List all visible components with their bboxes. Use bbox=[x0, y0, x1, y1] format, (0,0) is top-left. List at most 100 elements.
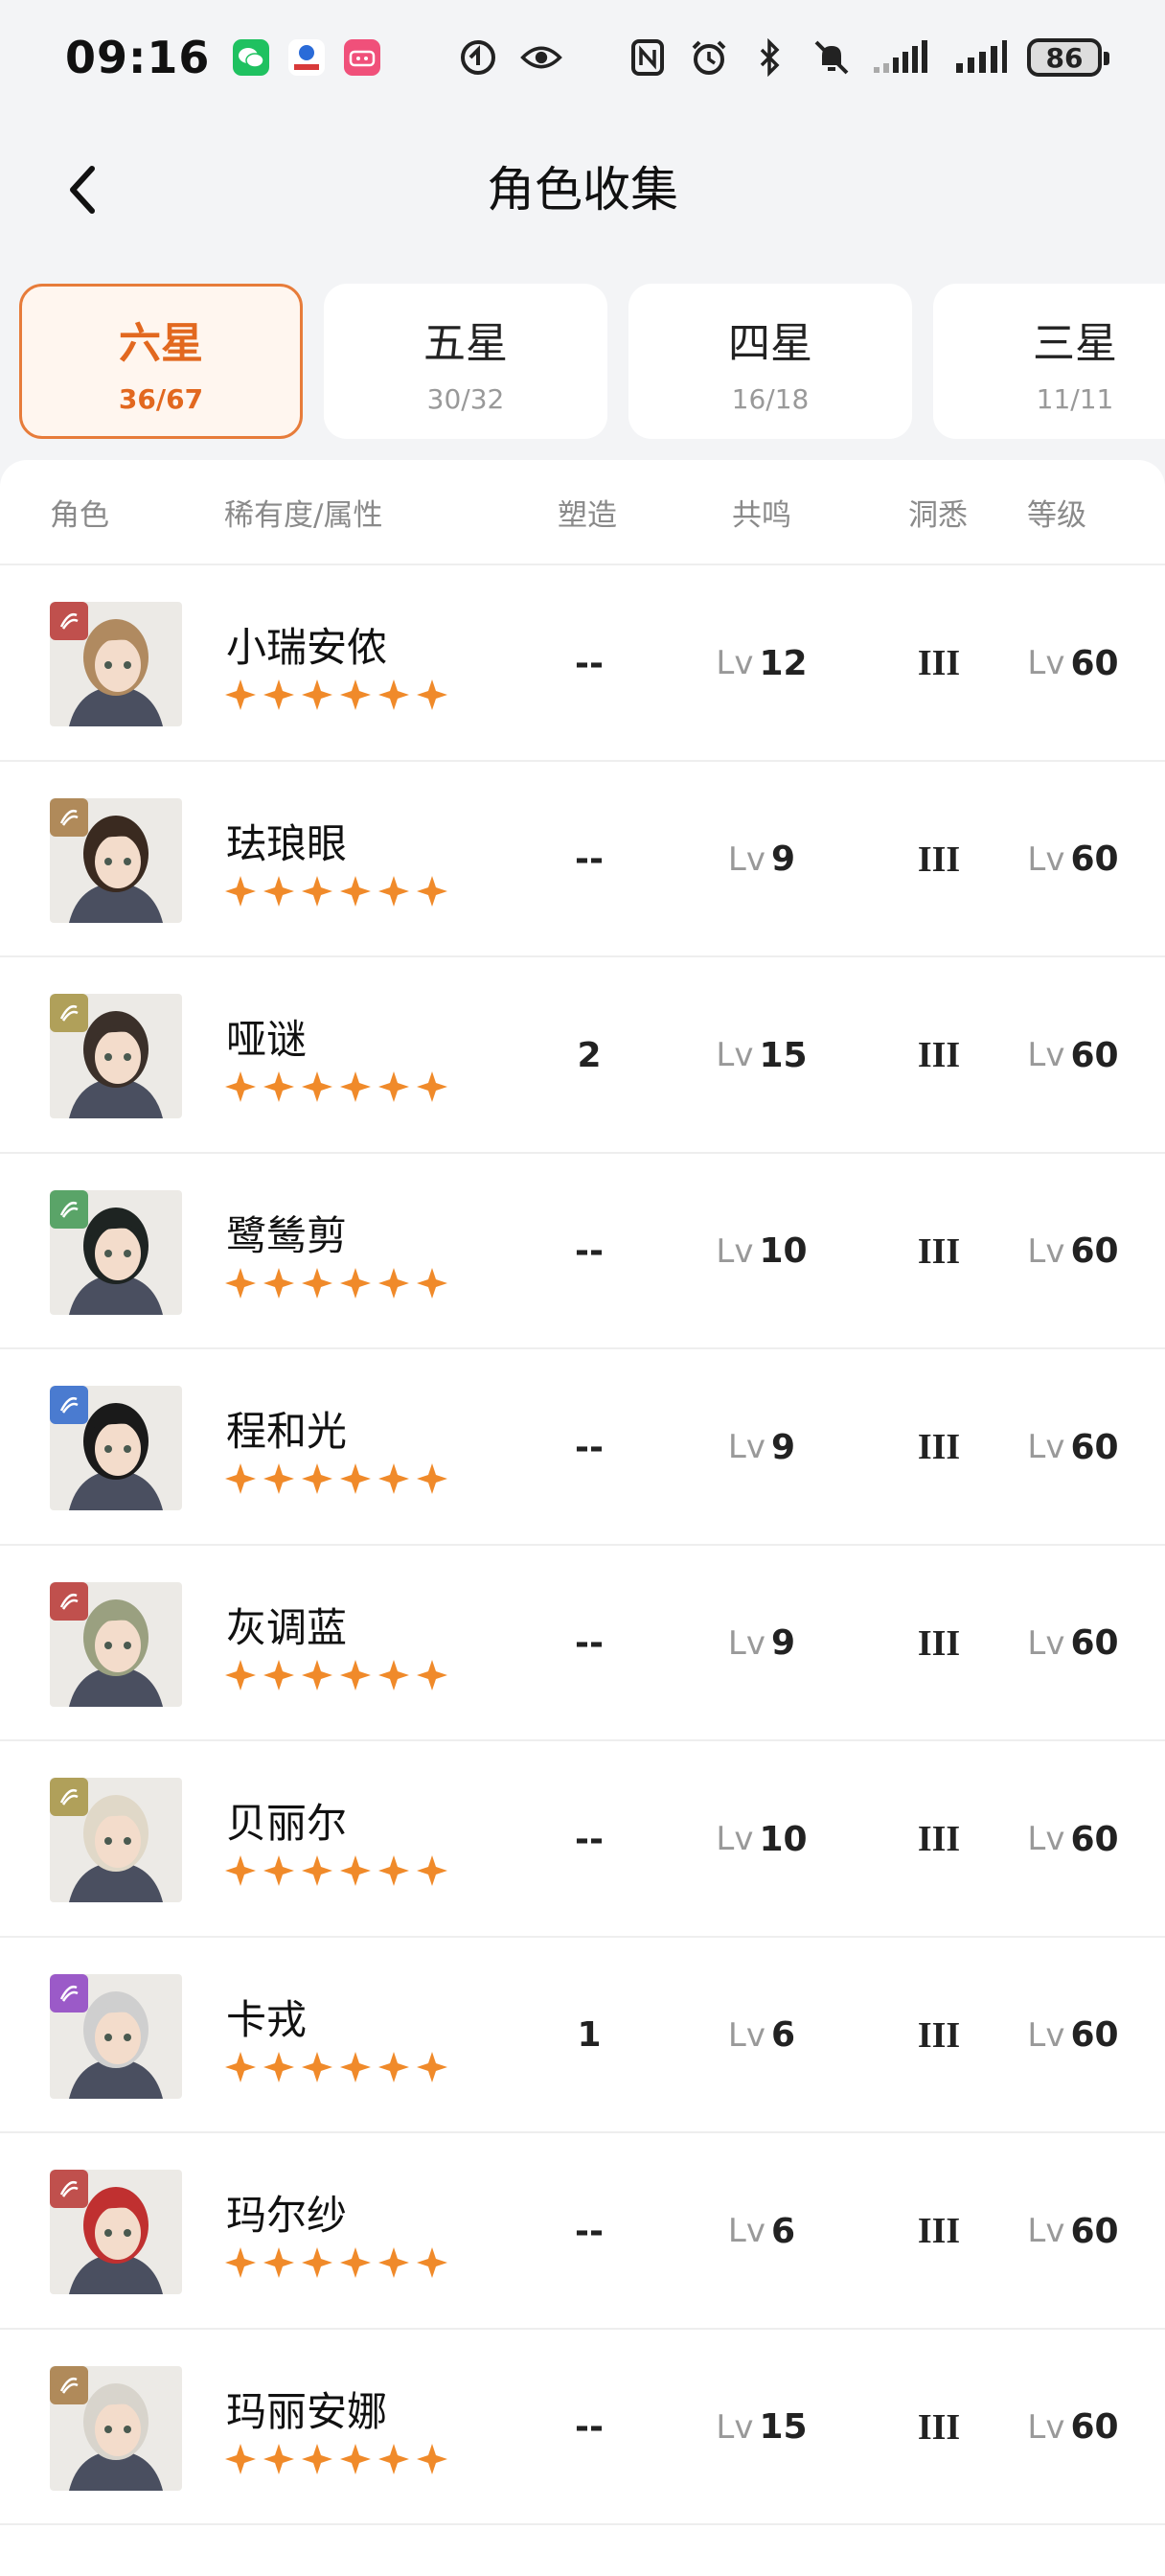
rarity-stars bbox=[224, 875, 448, 908]
level-cell: Lv 60 bbox=[1016, 1546, 1131, 1741]
lv-prefix: Lv bbox=[716, 644, 754, 682]
character-avatar[interactable] bbox=[50, 1386, 182, 1510]
level-cell: Lv 60 bbox=[1016, 762, 1131, 957]
resonance-value: 15 bbox=[759, 2407, 808, 2447]
bluetooth-icon bbox=[749, 36, 791, 79]
tab-six-star[interactable]: 六星 36/67 bbox=[19, 284, 303, 439]
circle-icon bbox=[457, 36, 499, 79]
status-bar: 09:16 86 bbox=[0, 0, 1165, 115]
mold-value: 2 bbox=[577, 1035, 602, 1075]
character-avatar[interactable] bbox=[50, 797, 182, 923]
mold-value: -- bbox=[575, 1231, 604, 1271]
character-avatar[interactable] bbox=[50, 602, 182, 726]
character-avatar[interactable] bbox=[50, 1581, 182, 1707]
insight-value: III bbox=[917, 2014, 961, 2056]
nfc-icon bbox=[627, 36, 669, 79]
character-name: 贝丽尔 bbox=[226, 1800, 348, 1847]
character-avatar[interactable] bbox=[50, 2170, 182, 2294]
insight-value: III bbox=[917, 839, 961, 880]
lv-prefix: Lv bbox=[1027, 1623, 1065, 1663]
star-icon bbox=[50, 1386, 88, 1424]
resonance-value: 6 bbox=[771, 2015, 796, 2055]
status-time: 09:16 bbox=[65, 32, 211, 83]
header-rarity[interactable]: 稀有度/属性 bbox=[224, 491, 382, 534]
header-level[interactable]: 等级 bbox=[1027, 491, 1086, 534]
lv-prefix: Lv bbox=[1027, 1231, 1065, 1271]
status-app-icons bbox=[233, 39, 381, 76]
lv-prefix: Lv bbox=[716, 1820, 754, 1858]
battery-indicator: 86 bbox=[1027, 38, 1109, 77]
table-row[interactable]: 玛尔纱 -- Lv 6 III Lv 60 bbox=[0, 2133, 1165, 2330]
plant-icon bbox=[50, 1189, 88, 1229]
level-value: 60 bbox=[1070, 840, 1119, 879]
character-avatar[interactable] bbox=[50, 1189, 182, 1315]
character-avatar[interactable] bbox=[50, 1778, 182, 1902]
level-cell: Lv 60 bbox=[1016, 565, 1131, 761]
table-row[interactable]: 珐琅眼 -- Lv 9 III Lv 60 bbox=[0, 762, 1165, 957]
wechat-icon bbox=[233, 39, 270, 76]
level-cell: Lv 60 bbox=[1016, 1741, 1131, 1937]
tab-label: 三星 bbox=[1033, 318, 1117, 368]
table-row[interactable]: 程和光 -- Lv 9 III Lv 60 bbox=[0, 1349, 1165, 1546]
table-rows: 小瑞安侬 -- Lv 12 III Lv 60 珐琅眼 -- Lv 9 III Lv 60 哑谜 2 Lv 15 I… bbox=[0, 565, 1165, 2525]
mute-icon bbox=[811, 36, 853, 79]
character-avatar[interactable] bbox=[50, 994, 182, 1118]
resonance-value: 9 bbox=[771, 840, 796, 879]
table-row[interactable]: 卡戎 1 Lv 6 III Lv 60 bbox=[0, 1938, 1165, 2133]
rarity-stars bbox=[224, 1462, 448, 1495]
character-avatar[interactable] bbox=[50, 1973, 182, 2099]
mold-value: -- bbox=[575, 1623, 604, 1663]
lv-prefix: Lv bbox=[1027, 644, 1065, 682]
tab-three-star[interactable]: 三星 11/11 bbox=[933, 284, 1165, 439]
level-cell: Lv 60 bbox=[1016, 957, 1131, 1153]
level-value: 60 bbox=[1070, 1819, 1119, 1859]
table-header: 角色 稀有度/属性 塑造 共鸣 洞悉 等级 bbox=[0, 460, 1165, 565]
table-row[interactable]: 鹭鸶剪 -- Lv 10 III Lv 60 bbox=[0, 1154, 1165, 1349]
rarity-stars bbox=[224, 1070, 448, 1103]
resonance-cell: Lv 10 bbox=[699, 1154, 824, 1349]
bilibili-icon bbox=[344, 39, 381, 76]
level-value: 60 bbox=[1070, 643, 1119, 683]
header-mold[interactable]: 塑造 bbox=[558, 491, 617, 534]
rarity-tabs: 六星 36/67 五星 30/32 四星 16/18 三星 11/11 bbox=[19, 284, 1165, 439]
table-row[interactable]: 灰调蓝 -- Lv 9 III Lv 60 bbox=[0, 1546, 1165, 1741]
table-row[interactable]: 玛丽安娜 -- Lv 15 III Lv 60 bbox=[0, 2330, 1165, 2525]
beast-icon bbox=[50, 2170, 88, 2208]
level-value: 60 bbox=[1070, 1231, 1119, 1271]
character-name: 玛丽安娜 bbox=[226, 2387, 388, 2435]
table-row[interactable]: 哑谜 2 Lv 15 III Lv 60 bbox=[0, 957, 1165, 1154]
character-table: 角色 稀有度/属性 塑造 共鸣 洞悉 等级 小瑞安侬 -- Lv 12 III Lv 60 珐… bbox=[0, 460, 1165, 2576]
table-row[interactable]: 贝丽尔 -- Lv 10 III Lv 60 bbox=[0, 1741, 1165, 1938]
spirit-icon bbox=[50, 797, 88, 837]
back-button[interactable] bbox=[56, 163, 109, 217]
mold-value: -- bbox=[575, 840, 604, 879]
table-row[interactable]: 小瑞安侬 -- Lv 12 III Lv 60 bbox=[0, 565, 1165, 762]
level-value: 60 bbox=[1070, 2015, 1119, 2055]
tab-four-star[interactable]: 四星 16/18 bbox=[628, 284, 912, 439]
resonance-cell: Lv 9 bbox=[699, 762, 824, 957]
lv-prefix: Lv bbox=[1027, 2015, 1065, 2055]
chevron-left-icon bbox=[70, 166, 95, 214]
rarity-stars bbox=[224, 1854, 448, 1887]
insight-value: III bbox=[917, 1819, 961, 1859]
character-name: 鹭鸶剪 bbox=[226, 1211, 348, 1259]
tab-label: 四星 bbox=[728, 318, 812, 368]
mold-value: -- bbox=[575, 1427, 604, 1467]
insight-value: III bbox=[917, 2406, 961, 2448]
mineral-icon bbox=[50, 994, 88, 1032]
lv-prefix: Lv bbox=[716, 1036, 754, 1074]
resonance-value: 9 bbox=[771, 1623, 796, 1663]
page-header: 角色收集 bbox=[0, 144, 1165, 236]
tab-five-star[interactable]: 五星 30/32 bbox=[324, 284, 607, 439]
header-character[interactable]: 角色 bbox=[50, 491, 109, 534]
header-insight[interactable]: 洞悉 bbox=[908, 491, 968, 534]
lv-prefix: Lv bbox=[1027, 1428, 1065, 1466]
mold-value: -- bbox=[575, 2407, 604, 2447]
character-name: 小瑞安侬 bbox=[226, 624, 388, 671]
character-avatar[interactable] bbox=[50, 2365, 182, 2491]
mold-value: -- bbox=[575, 2211, 604, 2251]
resonance-cell: Lv 6 bbox=[699, 2133, 824, 2329]
character-name: 珐琅眼 bbox=[226, 819, 348, 867]
header-resonance[interactable]: 共鸣 bbox=[732, 491, 791, 534]
lv-prefix: Lv bbox=[727, 1623, 765, 1663]
